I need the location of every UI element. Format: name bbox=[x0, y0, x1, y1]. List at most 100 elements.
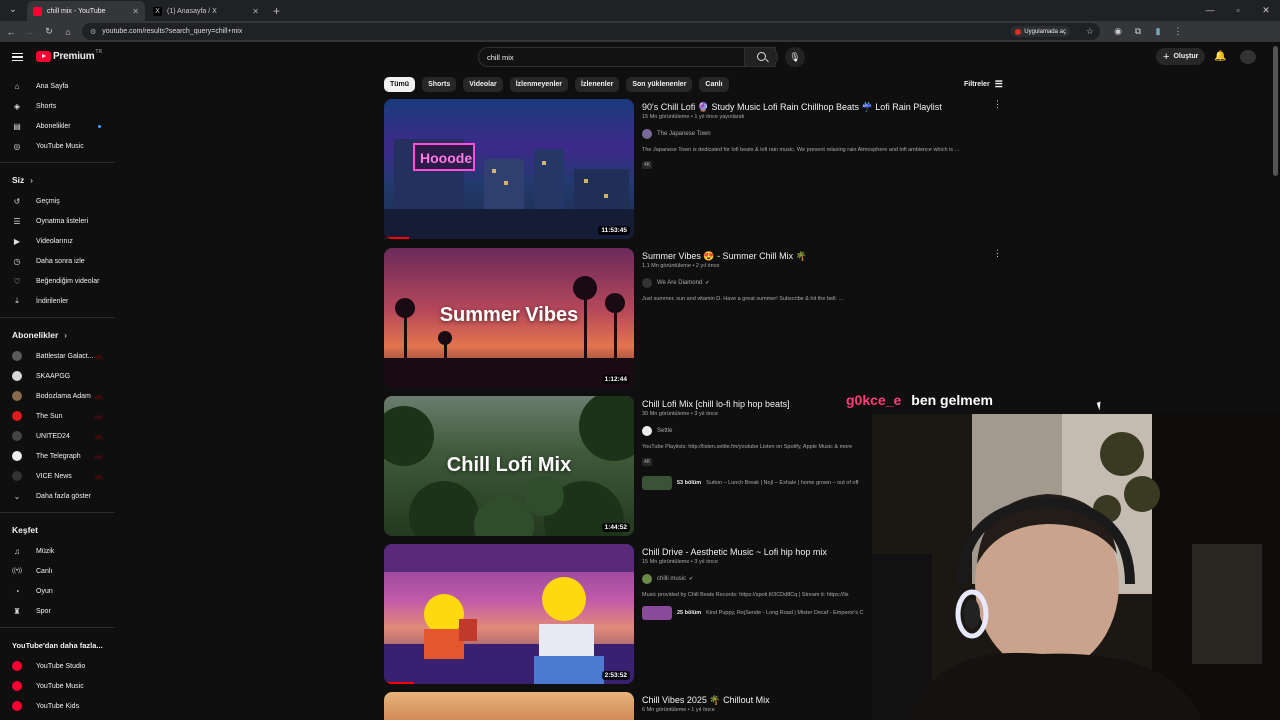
youtube-premium-logo[interactable]: Premium TR bbox=[36, 49, 102, 62]
sidebar-item-watch-later[interactable]: ◷ Daha sonra izle bbox=[0, 251, 115, 271]
page-scrollbar[interactable] bbox=[1273, 46, 1278, 176]
sidebar-item-label: Daha sonra izle bbox=[36, 257, 85, 265]
video-thumbnail[interactable]: 2:53:52 bbox=[384, 544, 634, 684]
sidebar-item-channel[interactable]: VICE News ((•)) bbox=[0, 466, 115, 486]
close-tab-icon[interactable]: ✕ bbox=[252, 7, 259, 16]
hamburger-menu-icon[interactable] bbox=[12, 53, 23, 61]
avatar[interactable] bbox=[1240, 50, 1256, 64]
notifications-bell-icon[interactable]: 🔔 bbox=[1214, 51, 1226, 62]
sidebar-item-channel[interactable]: UNITED24 ((•)) bbox=[0, 426, 115, 446]
close-window-icon[interactable]: ✕ bbox=[1252, 5, 1280, 16]
sidebar-item-gaming[interactable]: ◔ Oyun bbox=[0, 581, 115, 601]
section-title: Siz bbox=[12, 175, 25, 185]
svg-text:Hooode: Hooode bbox=[420, 150, 472, 166]
sidebar-item-label: İndirilenler bbox=[36, 297, 69, 305]
menu-dots-icon[interactable]: ⋮ bbox=[1168, 26, 1188, 37]
quality-badge: 4K bbox=[642, 458, 653, 466]
sidebar-item-playlists[interactable]: ☰ Oynatma listeleri bbox=[0, 211, 115, 231]
more-options-icon[interactable]: ⋮ bbox=[993, 99, 1002, 110]
new-tab-button[interactable]: + bbox=[273, 4, 280, 18]
chip-shorts[interactable]: Shorts bbox=[422, 77, 457, 92]
back-icon[interactable]: ← bbox=[3, 27, 19, 37]
video-meta: 1,1 Mn görüntüleme • 2 yıl önce bbox=[642, 263, 720, 269]
sidebar-item-youtube-music-app[interactable]: YouTube Music bbox=[0, 676, 115, 696]
tab-youtube[interactable]: chill mix - YouTube ✕ bbox=[27, 1, 145, 21]
channel-avatar bbox=[12, 351, 22, 361]
live-indicator-icon: ((•)) bbox=[95, 393, 102, 399]
channel-avatar bbox=[642, 426, 652, 436]
more-options-icon[interactable]: ⋮ bbox=[993, 248, 1002, 259]
puzzle-icon[interactable]: ⧉ bbox=[1128, 26, 1148, 37]
video-title[interactable]: 90's Chill Lofi 🔮 Study Music Lofi Rain … bbox=[642, 101, 1002, 113]
subscriptions-icon: ▤ bbox=[13, 121, 21, 131]
section-title: Keşfet bbox=[12, 525, 38, 535]
close-tab-icon[interactable]: ✕ bbox=[132, 7, 139, 16]
filters-button[interactable]: Filtreler ☰ bbox=[964, 79, 1003, 90]
channel-avatar bbox=[12, 471, 22, 481]
sidebar-item-show-more[interactable]: ⌄ Daha fazla göster bbox=[0, 486, 115, 506]
live-indicator-icon: ((•)) bbox=[95, 413, 102, 419]
voice-search-icon[interactable]: 🎙 bbox=[785, 47, 805, 67]
video-duration: 1:44:52 bbox=[601, 523, 630, 532]
video-duration: 2:53:52 bbox=[601, 671, 630, 680]
sidebar-item-home[interactable]: ⌂ Ana Sayfa bbox=[0, 76, 115, 96]
search-input[interactable]: chill mix ✕ bbox=[478, 47, 776, 67]
sidebar-item-sports[interactable]: ♜ Spor bbox=[0, 601, 115, 621]
tab-search-icon[interactable]: ⌄ bbox=[4, 1, 22, 19]
forward-icon[interactable]: → bbox=[22, 27, 38, 37]
sidebar-item-channel[interactable]: The Telegraph ((•)) bbox=[0, 446, 115, 466]
sidebar-item-liked-videos[interactable]: ♡ Beğendiğim videolar bbox=[0, 271, 115, 291]
bookmark-star-icon[interactable]: ☆ bbox=[1086, 26, 1094, 37]
live-indicator-icon: ((•)) bbox=[95, 353, 102, 359]
chip-videos[interactable]: Videolar bbox=[463, 77, 503, 92]
sidebar-item-history[interactable]: ↺ Geçmiş bbox=[0, 191, 115, 211]
sidebar-item-youtube-music[interactable]: ◎ YouTube Music bbox=[0, 136, 115, 156]
sidebar-item-live[interactable]: ((•)) Canlı bbox=[0, 561, 115, 581]
video-thumbnail[interactable]: Chill Lofi Mix 1:44:52 bbox=[384, 396, 634, 536]
reload-icon[interactable]: ↻ bbox=[41, 26, 57, 37]
chip-unwatched[interactable]: İzlenmeyenler bbox=[509, 77, 569, 92]
create-button[interactable]: + Oluştur bbox=[1156, 48, 1206, 65]
sidebar-item-channel[interactable]: The Sun ((•)) bbox=[0, 406, 115, 426]
x-favicon-icon: X bbox=[153, 6, 162, 16]
chip-recently-uploaded[interactable]: Son yüklenenler bbox=[626, 77, 693, 92]
video-thumbnail[interactable]: Hooode 11:53:45 bbox=[384, 99, 634, 239]
search-button[interactable] bbox=[744, 47, 778, 67]
site-info-icon[interactable]: ⚙ bbox=[90, 28, 96, 36]
sidebar-item-channel[interactable]: Battlestar Galact... ((•)) bbox=[0, 346, 115, 366]
sidebar-item-youtube-studio[interactable]: YouTube Studio bbox=[0, 656, 115, 676]
divider bbox=[0, 162, 115, 163]
maximize-icon[interactable]: ▫ bbox=[1224, 5, 1252, 15]
sidebar-item-channel[interactable]: Bodozlama Adam ((•)) bbox=[0, 386, 115, 406]
channel-row[interactable]: We Are Diamond ✔ bbox=[642, 278, 1002, 288]
watch-later-icon: ◷ bbox=[13, 256, 21, 266]
chip-watched[interactable]: İzlenenler bbox=[575, 77, 620, 92]
sidebar-item-shorts[interactable]: ◈ Shorts bbox=[0, 96, 115, 116]
shorts-icon: ◈ bbox=[13, 101, 21, 111]
profile-icon[interactable]: ▮ bbox=[1148, 26, 1168, 37]
channel-name: The Japanese Town bbox=[657, 131, 711, 137]
chip-all[interactable]: Tümü bbox=[384, 77, 416, 92]
youtube-music-icon bbox=[12, 681, 22, 691]
sidebar-item-music[interactable]: ♫ Müzik bbox=[0, 541, 115, 561]
section-subscriptions[interactable]: Abonelikler › bbox=[0, 324, 115, 346]
url-bar[interactable]: ⚙ youtube.com/results?search_query=chill… bbox=[82, 23, 1100, 40]
extension-icon[interactable]: ◉ bbox=[1108, 26, 1128, 37]
video-title[interactable]: Summer Vibes 😍 - Summer Chill Mix 🌴 bbox=[642, 250, 1002, 262]
sidebar-item-downloads[interactable]: ⤓ İndirilenler bbox=[0, 291, 115, 311]
video-thumbnail[interactable]: Summer Vibes 1:12:44 bbox=[384, 248, 634, 388]
sidebar-item-youtube-kids[interactable]: YouTube Kids bbox=[0, 696, 115, 716]
channel-row[interactable]: The Japanese Town bbox=[642, 129, 1002, 139]
video-thumbnail[interactable] bbox=[384, 692, 634, 720]
home-icon[interactable]: ⌂ bbox=[60, 27, 76, 37]
sidebar-item-your-videos[interactable]: ▶ Videolarınız bbox=[0, 231, 115, 251]
chip-live[interactable]: Canlı bbox=[699, 77, 729, 92]
open-in-app-button[interactable]: Uygulamada aç bbox=[1011, 26, 1070, 37]
music-circle-icon: ◎ bbox=[13, 141, 21, 151]
video-description: The Japanese Town is dedicated for lofi … bbox=[642, 147, 960, 153]
minimize-icon[interactable]: — bbox=[1196, 5, 1224, 15]
tab-x[interactable]: X (1) Anasayfa / X ✕ bbox=[147, 1, 265, 21]
section-you[interactable]: Siz › bbox=[0, 169, 115, 191]
sidebar-item-subscriptions[interactable]: ▤ Abonelikler bbox=[0, 116, 115, 136]
sidebar-item-channel[interactable]: SKAAPGG bbox=[0, 366, 115, 386]
